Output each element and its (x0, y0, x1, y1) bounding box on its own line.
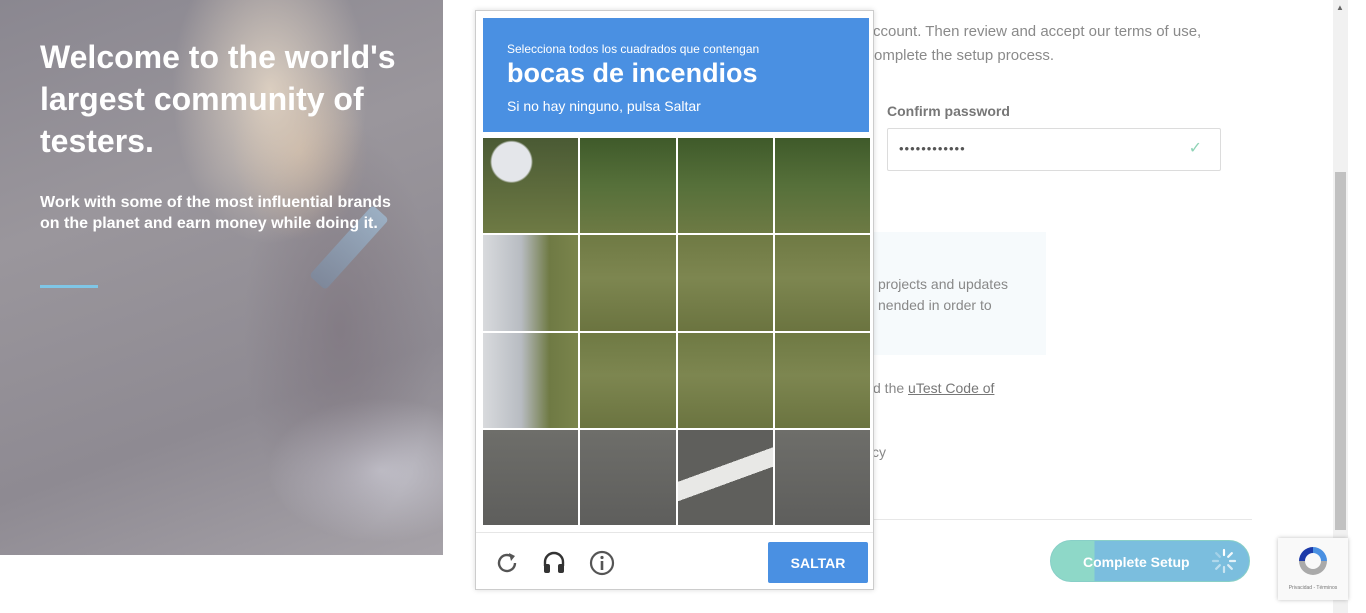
captcha-challenge: Selecciona todos los cuadrados que conte… (475, 10, 874, 590)
recaptcha-badge-text: Privacidad - Términos (1288, 585, 1338, 591)
captcha-divider (476, 532, 873, 533)
agreement-prefix: d the (873, 380, 909, 396)
captcha-instruction: Selecciona todos los cuadrados que conte… (507, 42, 760, 56)
captcha-hint: Si no hay ninguno, pulsa Saltar (507, 98, 701, 114)
captcha-tile-16[interactable] (774, 429, 870, 525)
confirm-password-label: Confirm password (887, 103, 1010, 119)
captcha-tile-3[interactable] (677, 138, 773, 234)
form-divider (870, 519, 1252, 520)
captcha-header: Selecciona todos los cuadrados que conte… (483, 18, 869, 132)
captcha-tile-4[interactable] (774, 138, 870, 234)
hero-title: Welcome to the world's largest community… (40, 39, 396, 159)
intro-text-1: ccount. Then review and accept our terms… (873, 23, 1202, 40)
captcha-tile-8[interactable] (774, 235, 870, 331)
captcha-tile-7[interactable] (677, 235, 773, 331)
intro-text-2: omplete the setup process. (874, 47, 1055, 64)
captcha-tile-13[interactable] (483, 429, 579, 525)
captcha-tile-9[interactable] (483, 332, 579, 428)
confirm-password-value: •••••••••••• (899, 141, 966, 156)
check-icon: ✓ (1188, 140, 1202, 157)
policy-text: cy (872, 444, 886, 460)
captcha-tile-5[interactable] (483, 235, 579, 331)
reload-icon[interactable] (493, 549, 521, 577)
skip-button[interactable]: SALTAR (768, 542, 868, 583)
captcha-image-grid (483, 138, 870, 525)
complete-setup-button[interactable]: Complete Setup (1050, 540, 1250, 582)
captcha-tile-12[interactable] (774, 332, 870, 428)
code-of-conduct-link[interactable]: uTest Code of (908, 380, 994, 396)
captcha-tile-1[interactable] (483, 138, 579, 234)
recaptcha-badge[interactable]: Privacidad - Términos (1278, 538, 1348, 600)
hero-divider (40, 285, 98, 288)
audio-icon[interactable] (540, 549, 568, 577)
hero-subtitle: Work with some of the most influential b… (40, 194, 391, 232)
info-box: projects and updates nended in order to (868, 232, 1046, 355)
captcha-tile-10[interactable] (580, 332, 676, 428)
info-icon[interactable] (588, 549, 616, 577)
captcha-tile-15[interactable] (677, 429, 773, 525)
recaptcha-logo-icon (1299, 547, 1327, 575)
complete-setup-label: Complete Setup (1083, 554, 1190, 570)
confirm-password-field[interactable]: •••••••••••• ✓ (887, 128, 1221, 171)
captcha-target: bocas de incendios (507, 58, 758, 88)
captcha-tile-2[interactable] (580, 138, 676, 234)
captcha-tile-11[interactable] (677, 332, 773, 428)
scroll-up-arrow-icon[interactable]: ▲ (1336, 3, 1344, 12)
scrollbar-thumb[interactable] (1335, 172, 1346, 530)
captcha-tile-14[interactable] (580, 429, 676, 525)
loading-spinner-icon (1211, 548, 1237, 574)
captcha-tile-6[interactable] (580, 235, 676, 331)
hero-panel: Welcome to the world's largest community… (0, 0, 443, 555)
info-text: projects and updates nended in order to (878, 276, 1008, 313)
agreement-text: d the uTest Code of (873, 380, 994, 396)
